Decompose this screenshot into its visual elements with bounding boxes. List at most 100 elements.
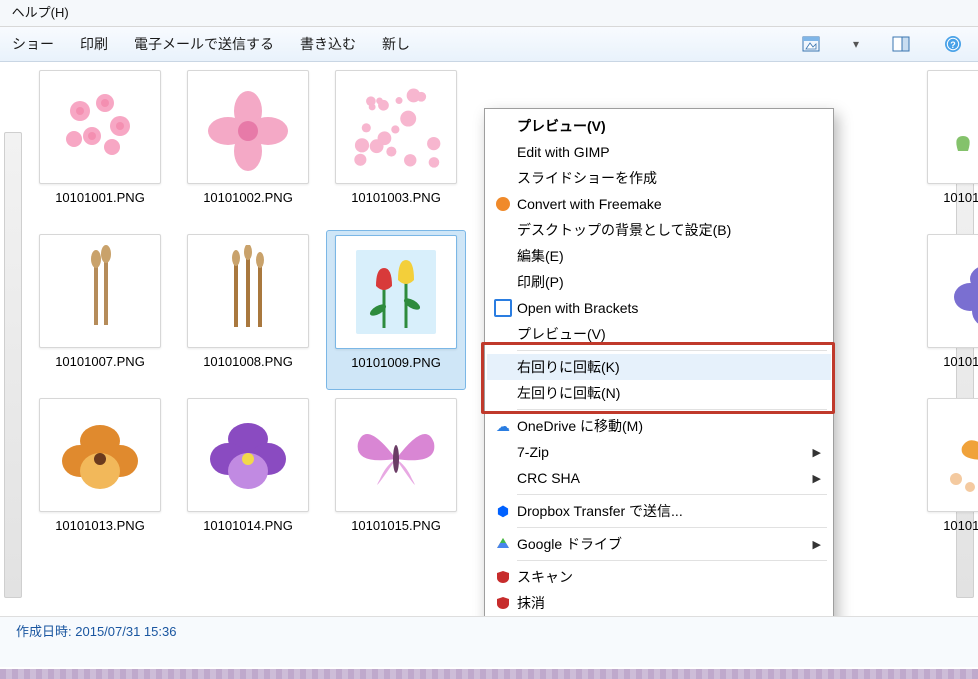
menu-help[interactable]: ヘルプ(H) — [12, 5, 69, 20]
context-menu-separator — [517, 560, 827, 561]
context-menu-separator — [517, 350, 827, 351]
context-menu-item[interactable]: プレビュー(V) — [487, 113, 831, 139]
brackets-icon — [489, 299, 517, 317]
context-menu-item[interactable]: Edit with GIMP — [487, 139, 831, 165]
thumbnail-label: 10101015.PNG — [351, 518, 441, 533]
details-created-value: 2015/07/31 15:36 — [75, 624, 176, 639]
help-icon: ? — [944, 35, 962, 53]
context-menu-separator — [517, 409, 827, 410]
context-menu-item[interactable]: スライドショーを作成 — [487, 165, 831, 191]
thumbnail-frame — [927, 70, 978, 184]
context-menu-item-label: Edit with GIMP — [517, 144, 821, 160]
mcafee-icon — [489, 596, 517, 610]
toolbar-item-print[interactable]: 印刷 — [80, 34, 108, 54]
toolbar-item-new[interactable]: 新し — [382, 34, 410, 54]
context-menu-separator — [517, 494, 827, 495]
submenu-arrow-icon: ▶ — [813, 446, 821, 459]
thumbnail-item[interactable]: 10101013.PNG — [30, 394, 170, 554]
thumbnail-item[interactable]: 10101015.PNG — [326, 394, 466, 554]
context-menu-item-label: CRC SHA — [517, 470, 813, 486]
thumbnail-label: 10101013.PNG — [55, 518, 145, 533]
thumbnail-frame — [927, 398, 978, 512]
details-pane: 作成日時: 2015/07/31 15:36 — [0, 616, 978, 667]
scrollbar-left[interactable] — [4, 132, 22, 598]
context-menu-item-label: プレビュー(V) — [517, 324, 821, 344]
thumbnail-frame — [927, 234, 978, 348]
thumbnail-item[interactable]: 10101008.PNG — [178, 230, 318, 390]
thumbnail-item[interactable]: 10101002.PNG — [178, 66, 318, 226]
thumbnail-frame — [335, 235, 457, 349]
context-menu-item-label: プレビュー(V) — [517, 116, 821, 136]
context-menu-item[interactable]: ⬢ Dropbox Transfer で送信... — [487, 498, 831, 524]
context-menu-item[interactable]: デスクトップの背景として設定(B) — [487, 217, 831, 243]
details-created-label: 作成日時: — [16, 624, 72, 639]
thumbnail-frame — [39, 398, 161, 512]
thumbnail-item[interactable]: 10101006.PNG — [918, 66, 978, 226]
context-menu-item-label: Convert with Freemake — [517, 196, 821, 212]
toolbar-preview-pane-button[interactable] — [888, 32, 914, 56]
thumbnail-frame — [39, 70, 161, 184]
context-menu-item[interactable]: 印刷(P) — [487, 269, 831, 295]
context-menu-item-label: 抹消 — [517, 593, 821, 613]
thumbnail-label: 10101001.PNG — [55, 190, 145, 205]
context-menu-separator — [517, 527, 827, 528]
thumbnail-label: 10101007.PNG — [55, 354, 145, 369]
thumbnail-label: 10101009.PNG — [351, 355, 441, 370]
thumbnail-frame — [187, 234, 309, 348]
footer-bar — [0, 667, 978, 679]
context-menu-item[interactable]: スキャン — [487, 564, 831, 590]
context-menu-item-label: 印刷(P) — [517, 272, 821, 292]
context-menu: プレビュー(V) Edit with GIMP スライドショーを作成 Conve… — [484, 108, 834, 616]
thumbnail-frame — [39, 234, 161, 348]
thumbnail-item[interactable]: 10101009.PNG — [326, 230, 466, 390]
mcafee-icon — [489, 570, 517, 584]
context-menu-item-label: スライドショーを作成 — [517, 168, 821, 188]
gdrive-icon — [489, 537, 517, 551]
thumbnail-frame — [335, 398, 457, 512]
thumbnail-frame — [187, 70, 309, 184]
toolbar-item-slideshow[interactable]: ショー — [12, 34, 54, 54]
context-menu-item[interactable]: CRC SHA ▶ — [487, 465, 831, 491]
thumbnail-label: 10101002.PNG — [203, 190, 293, 205]
toolbar-item-burn[interactable]: 書き込む — [300, 34, 356, 54]
svg-text:?: ? — [950, 40, 956, 50]
toolbar: ショー 印刷 電子メールで送信する 書き込む 新し ▾ ? — [0, 27, 978, 62]
submenu-arrow-icon: ▶ — [813, 538, 821, 551]
thumbnail-label: 10101018.PNG — [943, 518, 978, 533]
thumbnail-frame — [335, 70, 457, 184]
thumbnail-item[interactable]: 10101007.PNG — [30, 230, 170, 390]
context-menu-item[interactable]: プレビュー(V) — [487, 321, 831, 347]
context-menu-item[interactable]: Open with Brackets — [487, 295, 831, 321]
thumbnail-label: 10101012.PNG — [943, 354, 978, 369]
thumbnail-frame — [187, 398, 309, 512]
context-menu-item[interactable]: 抹消 — [487, 590, 831, 616]
thumbnail-label: 10101003.PNG — [351, 190, 441, 205]
preview-pane-icon — [892, 36, 910, 52]
freemake-icon — [489, 197, 517, 211]
file-area[interactable]: 10101001.PNG 10101002.PNG 10101003.PNG 1… — [0, 62, 978, 616]
context-menu-item-label: Google ドライブ — [517, 534, 813, 554]
context-menu-item[interactable]: 編集(E) — [487, 243, 831, 269]
context-menu-item[interactable]: 左回りに回転(N) — [487, 380, 831, 406]
thumbnail-item[interactable]: 10101012.PNG — [918, 230, 978, 390]
context-menu-item[interactable]: Convert with Freemake — [487, 191, 831, 217]
thumbnail-item[interactable]: 10101001.PNG — [30, 66, 170, 226]
context-menu-item[interactable]: 右回りに回転(K) — [487, 354, 831, 380]
context-menu-item-label: スキャン — [517, 567, 821, 587]
thumbnail-item[interactable]: 10101014.PNG — [178, 394, 318, 554]
toolbar-views-dropdown[interactable]: ▾ — [850, 37, 862, 51]
context-menu-item-label: 7-Zip — [517, 444, 813, 460]
thumbnail-item[interactable]: 10101018.PNG — [918, 394, 978, 554]
toolbar-item-email[interactable]: 電子メールで送信する — [134, 34, 274, 54]
thumbnail-label: 10101008.PNG — [203, 354, 293, 369]
toolbar-help-button[interactable]: ? — [940, 32, 966, 56]
context-menu-item-label: 左回りに回転(N) — [517, 383, 821, 403]
context-menu-item[interactable]: 7-Zip ▶ — [487, 439, 831, 465]
toolbar-views-button[interactable] — [798, 32, 824, 56]
context-menu-item[interactable]: Google ドライブ ▶ — [487, 531, 831, 557]
context-menu-item-label: OneDrive に移動(M) — [517, 416, 821, 436]
thumbnail-label: 10101014.PNG — [203, 518, 293, 533]
context-menu-item[interactable]: ☁ OneDrive に移動(M) — [487, 413, 831, 439]
onedrive-icon: ☁ — [489, 418, 517, 435]
thumbnail-item[interactable]: 10101003.PNG — [326, 66, 466, 226]
